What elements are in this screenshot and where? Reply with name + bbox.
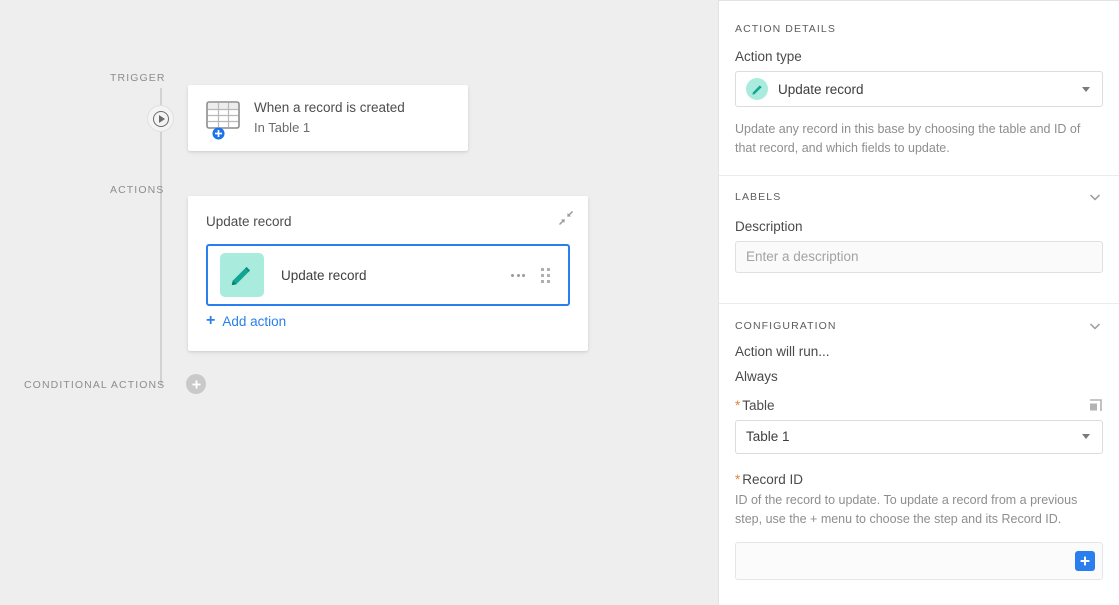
- record-id-help: ID of the record to update. To update a …: [735, 492, 1078, 527]
- pencil-icon: [220, 253, 264, 297]
- add-action-button[interactable]: + Add action: [206, 313, 286, 329]
- trigger-card-text: When a record is created In Table 1: [254, 98, 405, 137]
- play-triangle: [158, 114, 165, 123]
- pencil-icon: [746, 78, 768, 100]
- chevron-down-icon: [1082, 434, 1090, 440]
- labels-heading-row: LABELS: [735, 189, 1103, 205]
- plus-circle-icon: [191, 379, 201, 389]
- action-group-title: Update record: [206, 214, 292, 229]
- trigger-card[interactable]: When a record is created In Table 1: [188, 85, 468, 151]
- configuration-heading-row: CONFIGURATION: [735, 318, 1103, 334]
- pencil-glyph: [751, 84, 762, 95]
- chevron-down-icon[interactable]: [1087, 318, 1103, 334]
- labels-heading: LABELS: [735, 190, 782, 203]
- trigger-title: When a record is created: [254, 100, 405, 116]
- record-id-label-text: Record ID: [742, 471, 804, 487]
- action-details-panel: ACTION DETAILS Action type Update record…: [718, 0, 1119, 605]
- drag-handle-icon[interactable]: [536, 265, 554, 285]
- table-value: Table 1: [746, 429, 790, 445]
- section-label-conditional-actions: CONDITIONAL ACTIONS: [24, 379, 166, 391]
- required-marker: *: [735, 397, 741, 413]
- table-label: * Table: [735, 398, 775, 413]
- play-ring: [152, 110, 169, 127]
- add-conditional-action-button[interactable]: [186, 374, 206, 394]
- collapse-diagonal-icon[interactable]: [558, 210, 574, 226]
- trigger-subtitle: In Table 1: [254, 119, 311, 135]
- table-grid-icon: [206, 101, 240, 140]
- table-label-row: * Table: [735, 398, 1103, 413]
- action-type-value: Update record: [778, 81, 864, 97]
- action-details-heading-row: ACTION DETAILS: [735, 23, 1103, 35]
- action-type-label: Action type: [735, 49, 802, 64]
- record-id-input[interactable]: [735, 541, 1103, 580]
- labels-section: LABELS Description: [719, 176, 1119, 273]
- action-item-update-record[interactable]: Update record: [206, 244, 570, 306]
- ellipsis-icon[interactable]: [508, 265, 528, 285]
- section-label-actions: ACTIONS: [110, 184, 165, 196]
- configuration-heading: CONFIGURATION: [735, 319, 837, 332]
- plus-icon[interactable]: [1075, 550, 1095, 571]
- section-label-trigger: TRIGGER: [110, 72, 166, 84]
- action-details-section: ACTION DETAILS Action type Update record…: [719, 1, 1119, 159]
- required-marker: *: [735, 471, 741, 487]
- action-will-run-label: Action will run...: [735, 343, 830, 359]
- flow-canvas: TRIGGER ACTIONS CONDITIONAL ACTIONS When…: [0, 0, 718, 605]
- add-action-label: Add action: [222, 313, 287, 329]
- record-id-label: * Record ID: [735, 472, 1103, 487]
- description-input[interactable]: [735, 240, 1103, 273]
- flow-connector-line: [160, 88, 162, 386]
- automation-editor: TRIGGER ACTIONS CONDITIONAL ACTIONS When…: [0, 0, 1119, 605]
- action-type-description: Update any record in this base by choosi…: [735, 122, 1081, 156]
- play-circle-icon[interactable]: [147, 105, 174, 132]
- action-group-card: Update record Update record + Add action: [188, 196, 588, 351]
- table-label-text: Table: [742, 397, 775, 413]
- pencil-glyph: [231, 266, 251, 286]
- description-label: Description: [735, 218, 803, 234]
- configuration-section: CONFIGURATION Action will run... Always …: [719, 304, 1119, 580]
- table-select[interactable]: Table 1: [735, 419, 1103, 454]
- external-expand-icon[interactable]: [1088, 398, 1103, 413]
- action-will-run-value: Always: [735, 368, 778, 384]
- action-type-select[interactable]: Update record: [735, 71, 1103, 107]
- chevron-down-icon: [1082, 86, 1090, 92]
- action-item-label: Update record: [281, 267, 367, 283]
- chevron-down-icon[interactable]: [1087, 189, 1103, 205]
- table-grid-glyph: [206, 101, 240, 129]
- action-details-heading: ACTION DETAILS: [735, 23, 836, 35]
- plus-icon: +: [206, 312, 216, 329]
- plus-badge-icon: [212, 127, 225, 140]
